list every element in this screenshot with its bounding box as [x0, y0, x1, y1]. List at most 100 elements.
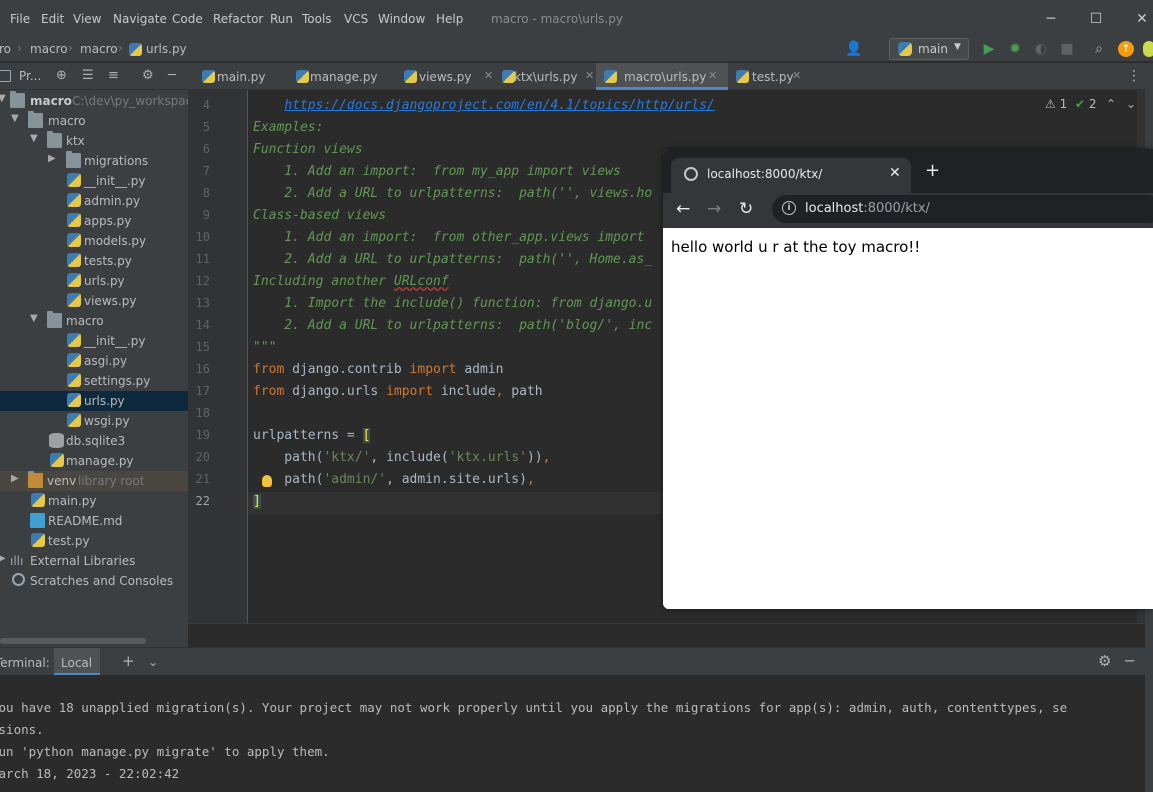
tree-item-file[interactable]: __init__.py	[0, 331, 188, 351]
tree-item-file[interactable]: __init__.py	[0, 171, 188, 191]
chevron-right-icon: ▶	[11, 473, 19, 484]
checks-indicator[interactable]: ✔ 2	[1075, 97, 1097, 111]
more-tabs-icon[interactable]: ⋮	[1127, 68, 1141, 84]
add-terminal-icon[interactable]: +	[122, 652, 135, 670]
tab-manage-py[interactable]: manage.py	[288, 63, 396, 90]
run-icon[interactable]: ▶	[980, 40, 998, 58]
maximize-button[interactable]: ☐	[1084, 8, 1108, 30]
tree-item-macro[interactable]: ▼ macro	[0, 111, 188, 131]
locate-icon[interactable]: ⊕	[56, 68, 67, 83]
menu-vcs[interactable]: VCS	[344, 12, 368, 26]
forward-icon[interactable]: →	[707, 199, 721, 219]
menu-run[interactable]: Run	[270, 12, 293, 26]
close-icon[interactable]: ✕	[792, 69, 801, 82]
run-configuration-select[interactable]: main ▼	[889, 38, 969, 60]
tree-item-file[interactable]: README.md	[0, 511, 188, 531]
tree-item-file[interactable]: asgi.py	[0, 351, 188, 371]
user-icon[interactable]: 👤	[845, 40, 863, 58]
tree-item-file[interactable]: wsgi.py	[0, 411, 188, 431]
tree-item-file[interactable]: main.py	[0, 491, 188, 511]
line-number-current: 22	[195, 494, 210, 508]
tree-item-file[interactable]: urls.py	[0, 271, 188, 291]
gear-icon[interactable]: ⚙	[142, 68, 154, 83]
new-tab-button[interactable]: +	[925, 162, 940, 180]
tab-macro-urls-py[interactable]: macro\urls.py ✕	[596, 63, 728, 90]
terminal-output[interactable]: You have 18 unapplied migration(s). Your…	[0, 675, 1145, 792]
breadcrumb-project[interactable]: macro	[30, 42, 68, 56]
project-panel-title[interactable]: Pr...	[19, 69, 41, 83]
breadcrumb-file[interactable]: urls.py	[146, 42, 187, 56]
close-tab-icon[interactable]: ✕	[889, 165, 901, 181]
debug-icon[interactable]: ✹	[1006, 40, 1024, 58]
menu-view[interactable]: View	[73, 12, 101, 26]
collapse-all-icon[interactable]: ≡	[108, 68, 119, 83]
assistant-icon[interactable]	[1143, 41, 1153, 57]
stop-icon[interactable]: ■	[1058, 40, 1076, 58]
tree-item-label: settings.py	[84, 374, 151, 388]
menu-refactor[interactable]: Refactor	[213, 12, 263, 26]
tree-item-project-root[interactable]: ▼ macro C:\dev\py_workspace	[0, 91, 188, 111]
tree-item-scratches[interactable]: Scratches and Consoles	[0, 571, 188, 591]
tab-test-py[interactable]: test.py ✕	[728, 63, 808, 90]
tree-item-label: views.py	[84, 294, 137, 308]
tree-item-file[interactable]: settings.py	[0, 371, 188, 391]
close-icon[interactable]: ✕	[484, 69, 493, 82]
close-window-button[interactable]: ✕	[1130, 8, 1153, 30]
menu-navigate[interactable]: Navigate	[113, 12, 167, 26]
tree-item-file[interactable]: db.sqlite3	[0, 431, 188, 451]
back-icon[interactable]: ←	[676, 199, 690, 219]
update-icon[interactable]: ↑	[1118, 41, 1134, 57]
info-icon[interactable]: i	[782, 201, 796, 215]
next-highlight-icon[interactable]: ⌄	[1126, 97, 1136, 111]
close-icon[interactable]: ✕	[708, 69, 717, 82]
horizontal-scrollbar[interactable]	[0, 638, 146, 644]
menu-window[interactable]: Window	[378, 12, 425, 26]
chevron-right-icon: ▶	[0, 553, 6, 564]
coverage-icon[interactable]: ◐	[1032, 40, 1050, 58]
previous-highlight-icon[interactable]: ⌃	[1106, 97, 1116, 111]
tree-item-ktx[interactable]: ▼ ktx	[0, 131, 188, 151]
tab-main-py[interactable]: main.py	[194, 63, 288, 90]
hide-icon[interactable]: ─	[168, 68, 176, 83]
tree-item-file[interactable]: manage.py	[0, 451, 188, 471]
python-file-icon	[67, 193, 81, 207]
hide-icon[interactable]: ─	[1125, 652, 1134, 670]
call: , include(	[370, 450, 449, 465]
menu-tools[interactable]: Tools	[302, 12, 332, 26]
tree-item-file[interactable]: test.py	[0, 531, 188, 551]
minimize-button[interactable]: ─	[1039, 8, 1063, 30]
python-file-icon	[31, 493, 45, 507]
browser-tab[interactable]: localhost:8000/ktx/ ✕	[671, 158, 911, 193]
close-icon[interactable]: ✕	[585, 69, 594, 82]
chevron-down-icon[interactable]: ⌄	[148, 655, 158, 669]
reload-icon[interactable]: ↻	[739, 199, 753, 219]
tree-item-file[interactable]: views.py	[0, 291, 188, 311]
terminal-tab-local[interactable]: Local	[54, 648, 100, 676]
code-line-19: urlpatterns = [	[253, 425, 371, 447]
gear-icon[interactable]: ⚙	[1098, 652, 1111, 670]
docstring-link[interactable]: https://docs.djangoproject.com/en/4.1/to…	[284, 98, 714, 113]
tree-item-selected-file[interactable]: urls.py	[0, 391, 188, 411]
tree-item-migrations[interactable]: ▶ migrations	[0, 151, 188, 171]
tree-item-file[interactable]: tests.py	[0, 251, 188, 271]
breadcrumb-package[interactable]: macro	[80, 42, 118, 56]
search-icon[interactable]: ⌕	[1090, 40, 1108, 58]
warnings-indicator[interactable]: ⚠ 1	[1045, 97, 1067, 111]
menu-code[interactable]: Code	[172, 12, 203, 26]
tree-item-label: models.py	[84, 234, 147, 248]
menu-edit[interactable]: Edit	[41, 12, 64, 26]
tree-item-file[interactable]: models.py	[0, 231, 188, 251]
tree-item-external-libraries[interactable]: ▶ ıllı External Libraries	[0, 551, 188, 571]
expand-all-icon[interactable]: ☰	[82, 68, 94, 83]
menu-file[interactable]: File	[10, 12, 30, 26]
tree-item-file[interactable]: apps.py	[0, 211, 188, 231]
library-icon: ıllı	[10, 554, 24, 568]
tree-item-venv[interactable]: ▶ venv library root	[0, 471, 188, 491]
tab-views-py[interactable]: views.py ✕	[396, 63, 494, 90]
address-bar[interactable]: i localhost:8000/ktx/	[772, 195, 1153, 223]
tree-item-file[interactable]: admin.py	[0, 191, 188, 211]
tree-item-macro-package[interactable]: ▼ macro	[0, 311, 188, 331]
tab-ktx-urls-py[interactable]: ktx\urls.py ✕	[494, 63, 596, 90]
breadcrumb-root[interactable]: ro	[0, 42, 11, 56]
menu-help[interactable]: Help	[436, 12, 463, 26]
